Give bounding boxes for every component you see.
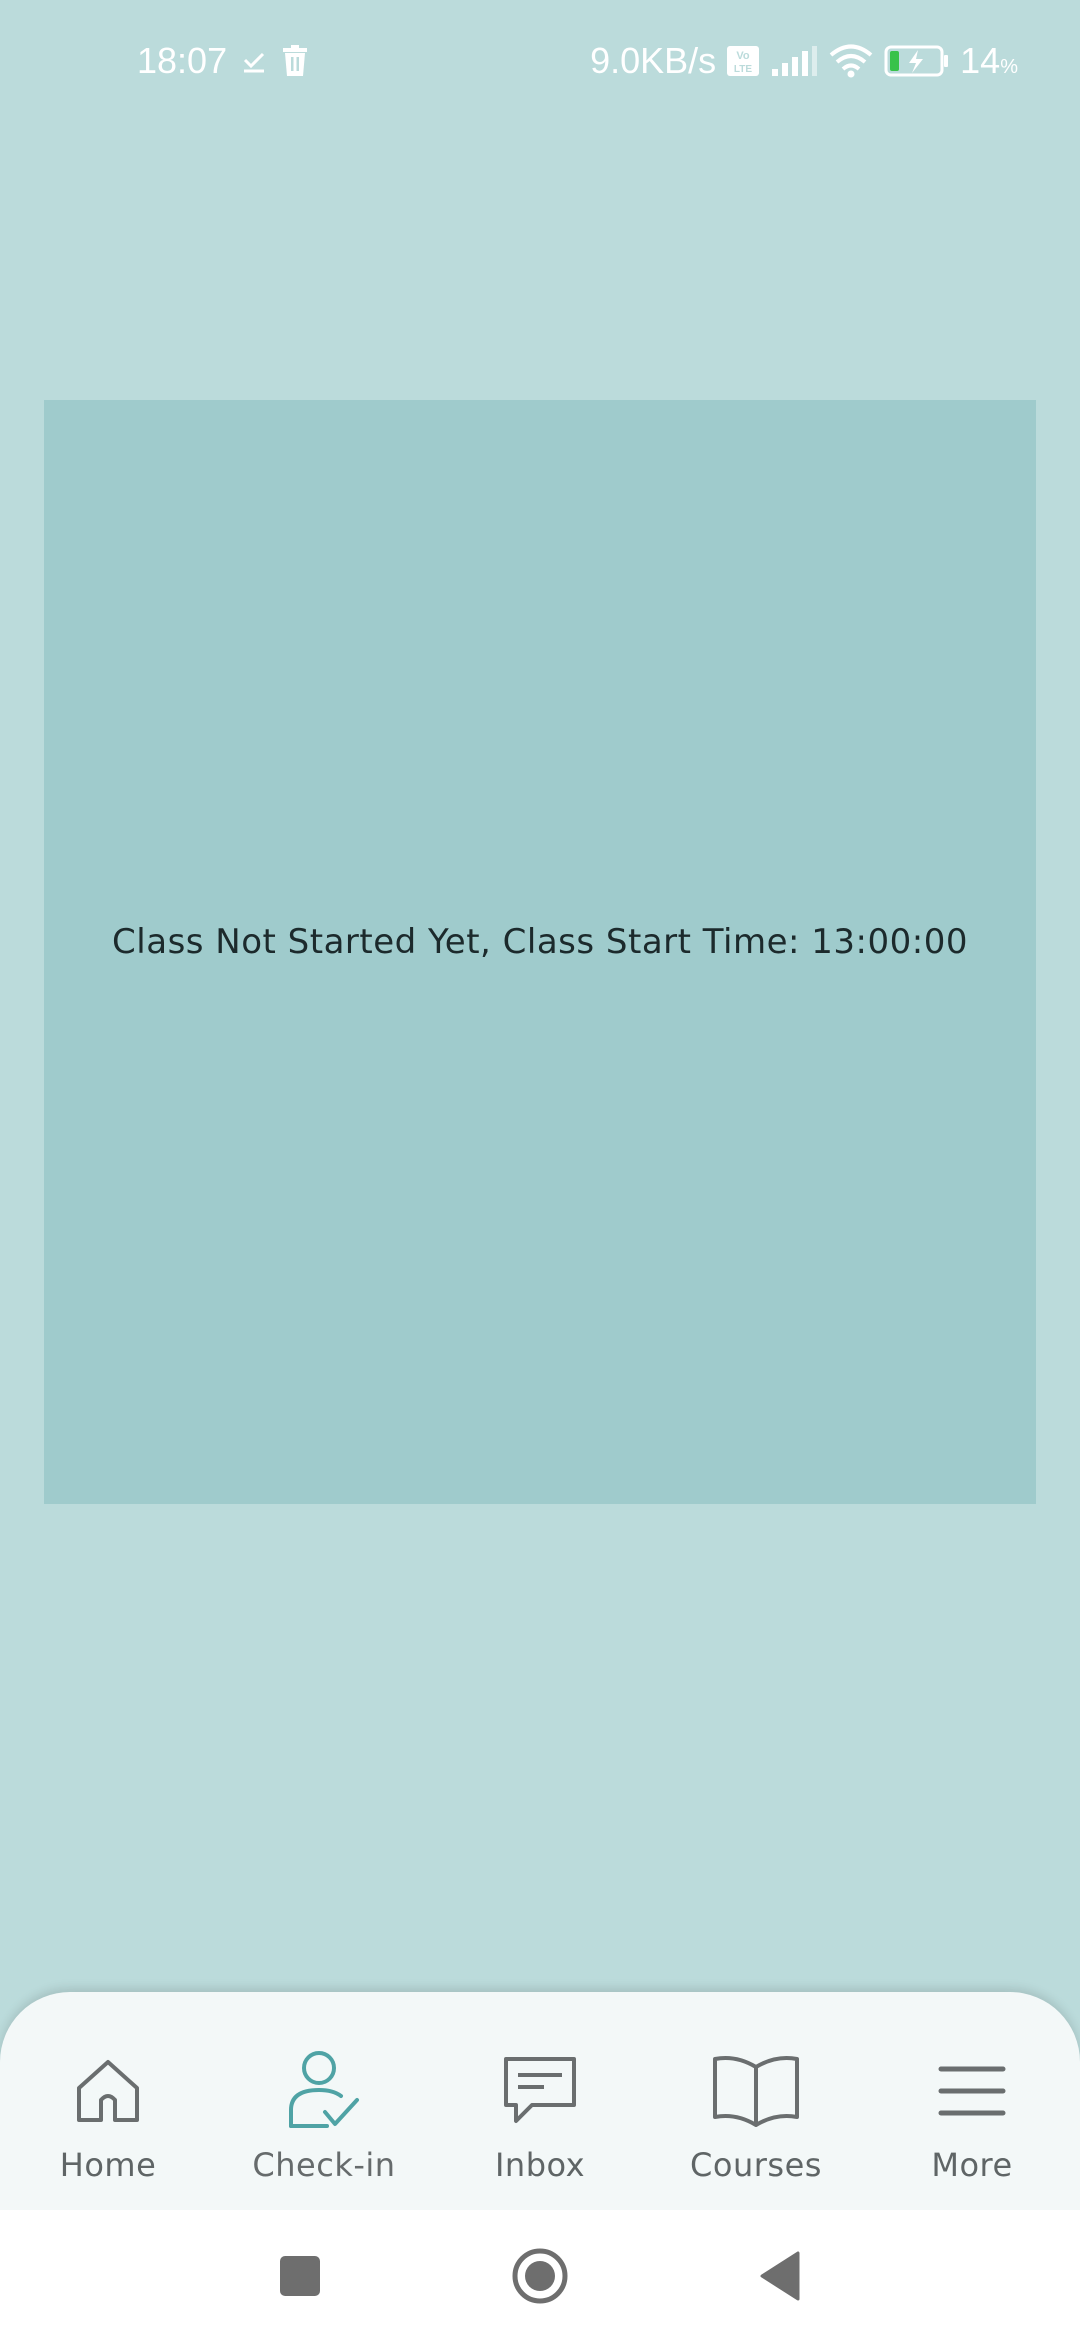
menu-icon xyxy=(937,2050,1007,2132)
chat-icon xyxy=(502,2050,578,2132)
download-done-icon xyxy=(241,48,267,74)
status-left: 18:07 xyxy=(137,40,309,82)
wifi-icon xyxy=(828,44,874,78)
signal-icon xyxy=(770,45,818,77)
square-icon xyxy=(279,2255,321,2301)
battery-percent: 14% xyxy=(960,40,1018,81)
battery-charging-icon xyxy=(884,44,950,78)
network-speed: 9.0KB/s xyxy=(590,40,717,81)
nav-item-inbox[interactable]: Inbox xyxy=(432,1992,648,2184)
circle-icon xyxy=(511,2247,569,2309)
status-time: 18:07 xyxy=(137,40,228,81)
class-status-card: Class Not Started Yet, Class Start Time:… xyxy=(44,400,1036,1504)
check-in-user-icon xyxy=(287,2050,361,2132)
nav-label-inbox: Inbox xyxy=(494,2146,586,2184)
system-nav-bar xyxy=(0,2210,1080,2340)
home-button[interactable] xyxy=(500,2238,580,2318)
svg-text:LTE: LTE xyxy=(734,64,752,75)
nav-label-home: Home xyxy=(59,2146,157,2184)
svg-text:Vo: Vo xyxy=(737,50,751,62)
recents-button[interactable] xyxy=(260,2238,340,2318)
nav-item-check-in[interactable]: Check-in xyxy=(216,1992,432,2184)
home-icon xyxy=(73,2050,143,2132)
book-icon xyxy=(711,2050,801,2132)
status-right: 9.0KB/s Vo LTE 14% xyxy=(590,40,1018,82)
back-triangle-icon xyxy=(758,2251,802,2305)
nav-label-courses: Courses xyxy=(690,2146,822,2184)
bottom-nav: Home Check-in Inbox Courses More xyxy=(0,1992,1080,2210)
nav-item-courses[interactable]: Courses xyxy=(648,1992,864,2184)
volte-icon: Vo LTE xyxy=(726,45,760,77)
class-status-message: Class Not Started Yet, Class Start Time:… xyxy=(112,922,968,962)
nav-item-more[interactable]: More xyxy=(864,1992,1080,2184)
back-button[interactable] xyxy=(740,2238,820,2318)
nav-label-more: More xyxy=(931,2146,1013,2184)
nav-item-home[interactable]: Home xyxy=(0,1992,216,2184)
battery-unit: % xyxy=(1000,56,1018,78)
nav-label-check-in: Check-in xyxy=(252,2146,396,2184)
status-bar: 18:07 9.0KB/s Vo LTE 14% xyxy=(0,0,1080,125)
trash-icon xyxy=(281,45,309,77)
